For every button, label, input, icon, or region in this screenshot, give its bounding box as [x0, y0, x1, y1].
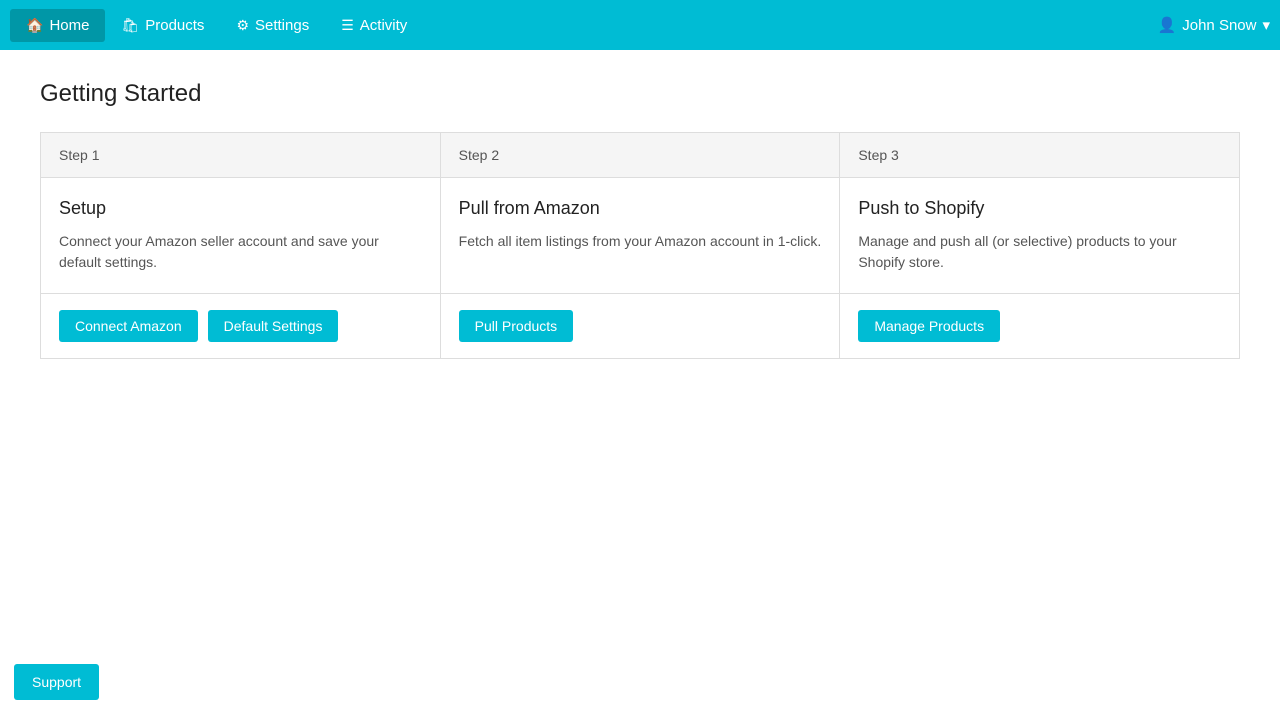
step2-desc: Fetch all item listings from your Amazon…	[459, 231, 822, 252]
user-menu[interactable]: 👤 John Snow ▾	[1158, 16, 1270, 34]
step2-body: Pull from Amazon Fetch all item listings…	[441, 178, 841, 293]
step3-actions: Manage Products	[840, 294, 1239, 358]
page-title: Getting Started	[40, 80, 1240, 108]
step2-header: Step 2	[441, 133, 841, 177]
nav-home-label: Home	[49, 17, 89, 34]
dropdown-arrow-icon: ▾	[1262, 16, 1270, 34]
nav-activity-label: Activity	[360, 17, 408, 34]
pull-products-button[interactable]: Pull Products	[459, 310, 573, 342]
connect-amazon-button[interactable]: Connect Amazon	[59, 310, 198, 342]
steps-table: Step 1 Step 2 Step 3 Setup Connect your …	[40, 132, 1240, 359]
navbar: 🏠 Home 🛍 Products ⚙ Settings ☰ Activity …	[0, 0, 1280, 50]
steps-actions-row: Connect Amazon Default Settings Pull Pro…	[41, 294, 1239, 358]
step2-actions: Pull Products	[441, 294, 841, 358]
nav-home[interactable]: 🏠 Home	[10, 9, 105, 42]
manage-products-button[interactable]: Manage Products	[858, 310, 1000, 342]
nav-activity[interactable]: ☰ Activity	[325, 9, 423, 42]
support-button[interactable]: Support	[14, 664, 99, 700]
activity-icon: ☰	[341, 17, 354, 34]
default-settings-button[interactable]: Default Settings	[208, 310, 339, 342]
nav-settings[interactable]: ⚙ Settings	[220, 9, 325, 42]
nav-products-label: Products	[145, 17, 204, 34]
step1-desc: Connect your Amazon seller account and s…	[59, 231, 422, 273]
step1-title: Setup	[59, 198, 422, 219]
settings-icon: ⚙	[236, 17, 249, 34]
main-content: Getting Started Step 1 Step 2 Step 3 Set…	[0, 50, 1280, 389]
step2-title: Pull from Amazon	[459, 198, 822, 219]
steps-header-row: Step 1 Step 2 Step 3	[41, 133, 1239, 178]
step3-body: Push to Shopify Manage and push all (or …	[840, 178, 1239, 293]
step1-actions: Connect Amazon Default Settings	[41, 294, 441, 358]
user-icon: 👤	[1158, 16, 1177, 34]
home-icon: 🏠	[26, 17, 43, 34]
step3-desc: Manage and push all (or selective) produ…	[858, 231, 1221, 273]
user-name: John Snow	[1182, 17, 1256, 34]
nav-products[interactable]: 🛍 Products	[105, 9, 220, 42]
step1-body: Setup Connect your Amazon seller account…	[41, 178, 441, 293]
products-icon: 🛍	[121, 17, 139, 34]
step3-header: Step 3	[840, 133, 1239, 177]
steps-body-row: Setup Connect your Amazon seller account…	[41, 178, 1239, 294]
step3-title: Push to Shopify	[858, 198, 1221, 219]
step1-header: Step 1	[41, 133, 441, 177]
nav-settings-label: Settings	[255, 17, 309, 34]
